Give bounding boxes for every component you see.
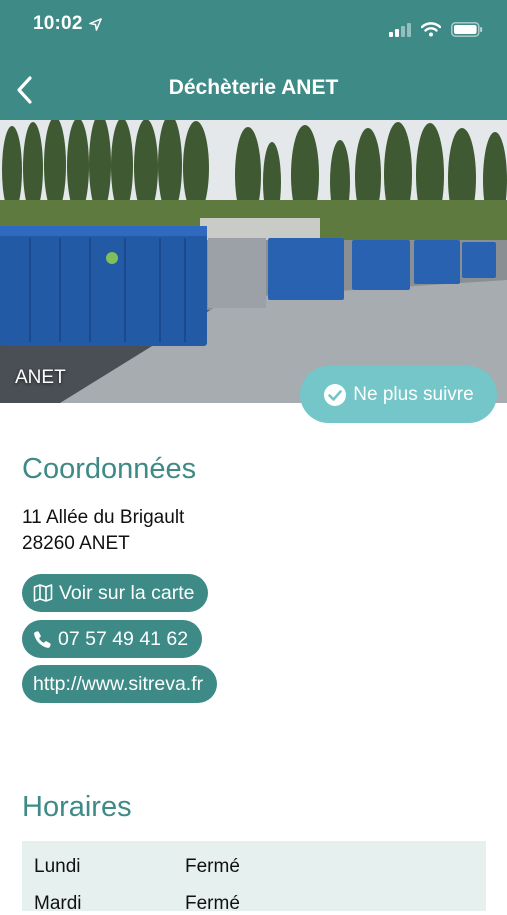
hours-table: Lundi Fermé Mardi Fermé [22,841,486,914]
facility-photo: ANET [0,120,507,403]
contact-section-title: Coordonnées [22,453,197,485]
signal-icon [389,22,411,37]
location-arrow-icon [88,17,102,31]
hours-value: Fermé [185,893,240,914]
website-url: http://www.sitreva.fr [33,672,204,695]
hours-day: Lundi [34,856,81,877]
clock-text: 10:02 [33,13,83,34]
phone-number: 07 57 49 41 62 [58,627,189,650]
battery-icon [451,22,483,37]
hours-day: Mardi [34,893,82,914]
address: 11 Allée du Brigault 28260 ANET [22,505,184,557]
hours-section-title: Horaires [22,791,132,823]
map-icon [33,584,53,602]
hours-row: Mardi Fermé [34,893,240,915]
hero-caption: ANET [15,367,66,388]
check-circle-icon [324,383,347,406]
unfollow-label: Ne plus suivre [353,383,474,405]
address-line-1: 11 Allée du Brigault [22,507,185,528]
hours-value: Fermé [185,856,240,877]
phone-icon [34,630,51,648]
map-button[interactable]: Voir sur la carte [22,574,209,612]
address-line-2: 28260 ANET [22,533,130,554]
phone-button[interactable]: 07 57 49 41 62 [22,620,203,658]
website-link[interactable]: http://www.sitreva.fr [22,665,218,703]
wifi-icon [421,22,441,37]
unfollow-button[interactable]: Ne plus suivre [300,366,497,423]
facility-image [0,120,507,403]
page-title: Déchèterie ANET [168,76,339,99]
hours-row: Lundi Fermé [34,856,240,878]
status-indicators [389,22,483,37]
map-label: Voir sur la carte [59,581,195,604]
top-bar: 10:02 Déchèterie ANET [0,0,507,120]
status-time: 10:02 [33,13,102,35]
